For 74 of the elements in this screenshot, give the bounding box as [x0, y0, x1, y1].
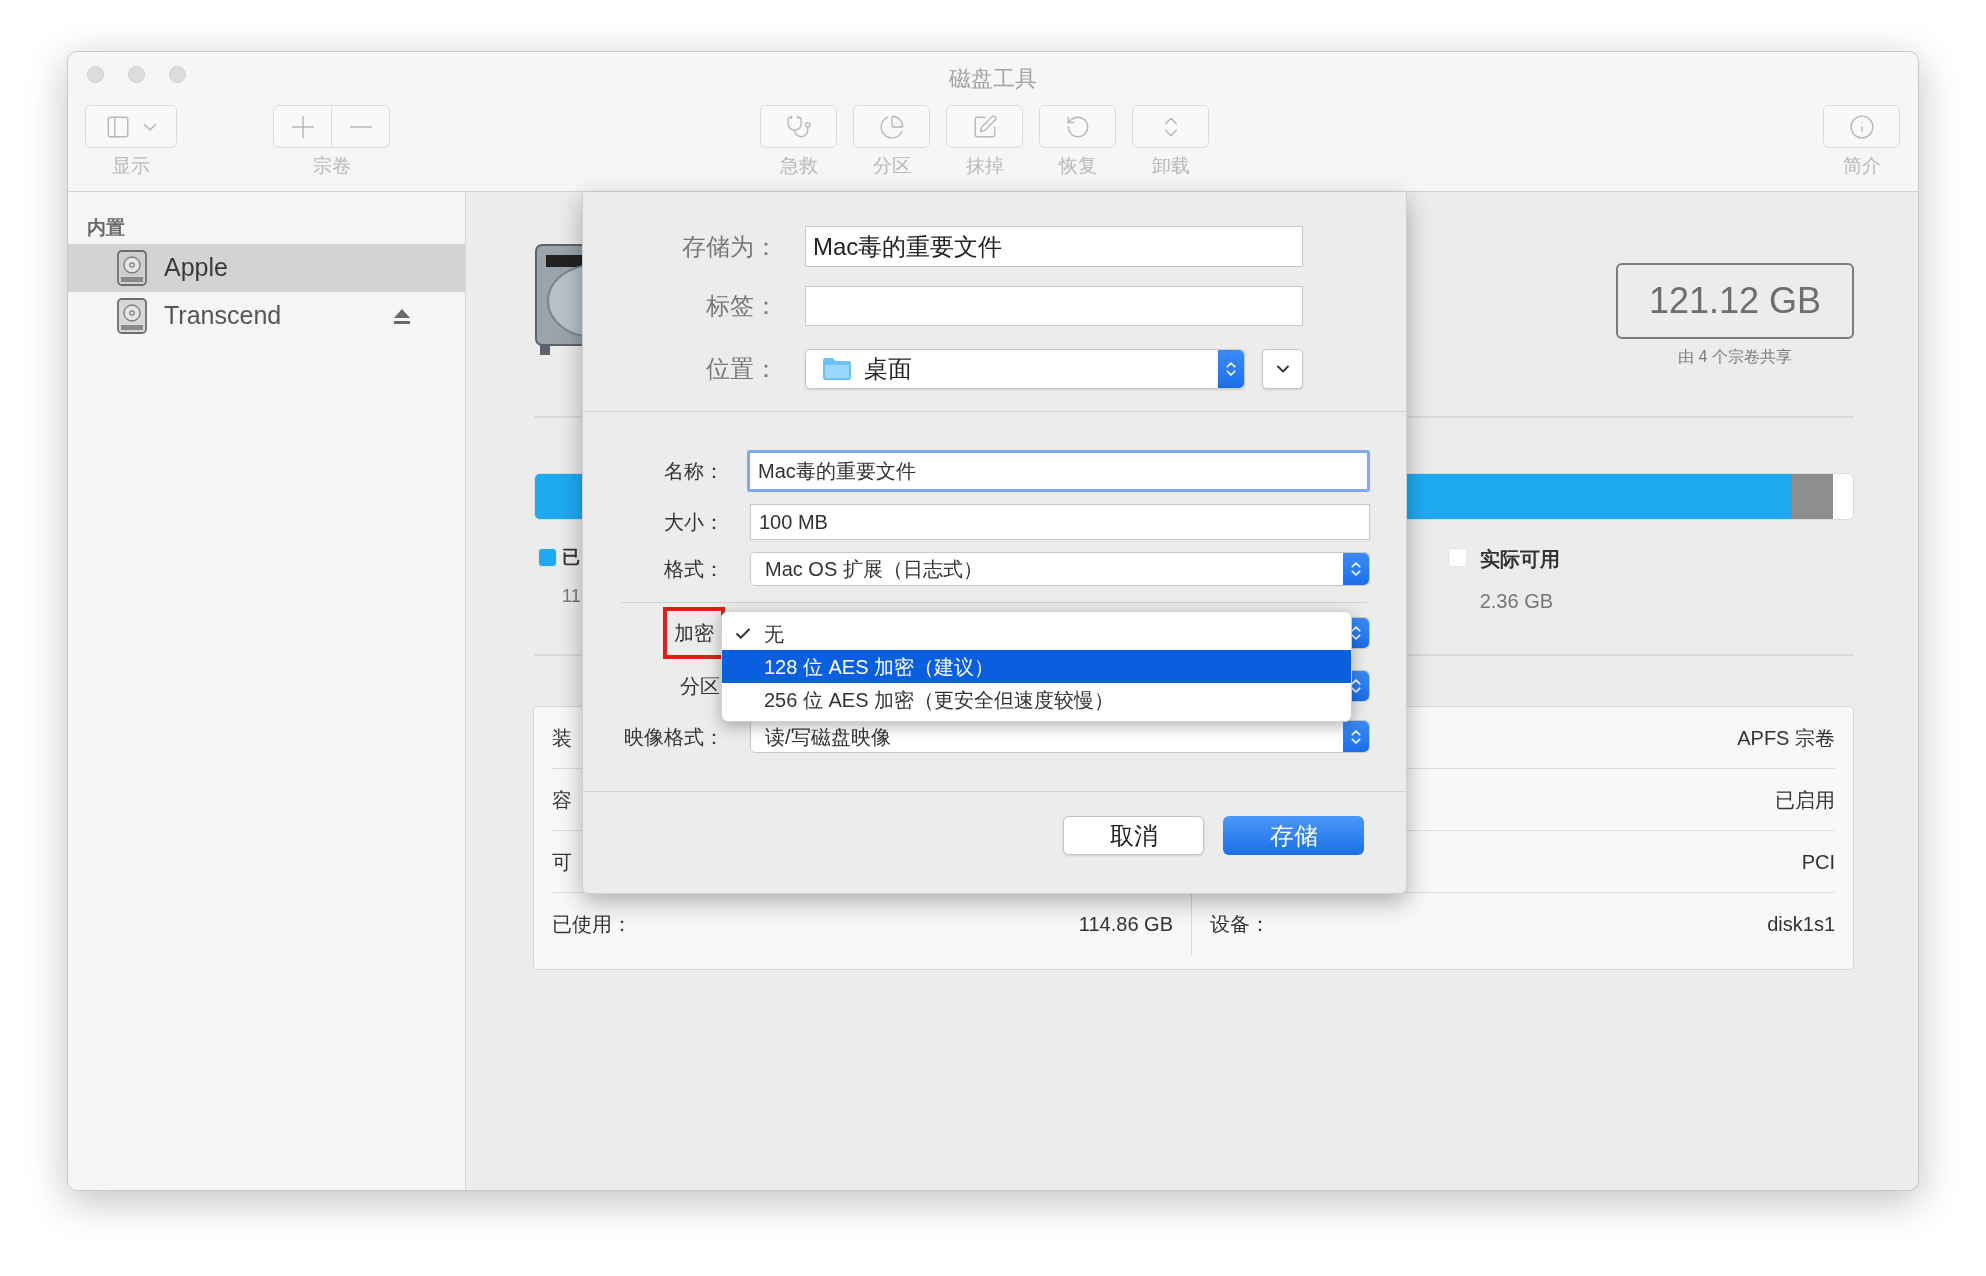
sidebar-toggle-button[interactable]	[85, 105, 177, 148]
location-popup[interactable]: 桌面	[805, 349, 1245, 389]
info-label: 可	[552, 849, 572, 875]
save-button[interactable]: 存储	[1223, 816, 1364, 855]
legend-label: 已	[562, 546, 581, 569]
legend-value: 2.36 GB	[1479, 589, 1555, 614]
field-label: 格式：	[663, 557, 724, 582]
window-title: 磁盘工具	[949, 65, 1037, 93]
toolbar-label: 分区	[872, 155, 911, 177]
add-volume-button[interactable]	[273, 105, 332, 148]
field-label: 大小：	[663, 510, 724, 535]
toolbar-button[interactable]	[853, 105, 930, 148]
window-control[interactable]	[128, 66, 145, 83]
minus-icon	[349, 125, 372, 128]
stethoscope-icon	[785, 113, 812, 140]
name-field[interactable]: Mac毒的重要文件	[747, 450, 1370, 492]
image-format-popup[interactable]: 读/写磁盘映像	[750, 720, 1370, 753]
stepper-icon	[1343, 553, 1369, 585]
stepper-icon	[1218, 350, 1244, 388]
save-as-field[interactable]: Mac毒的重要文件	[805, 226, 1303, 267]
shared-caption: 由 4 个宗卷共享	[1678, 347, 1792, 367]
toolbar-button[interactable]	[1823, 105, 1900, 148]
field-label: 存储为：	[681, 231, 778, 262]
expand-button[interactable]	[1262, 349, 1303, 389]
toolbar-label: 显示	[112, 155, 150, 177]
info-value: disk1s1	[1767, 912, 1835, 937]
toolbar-label: 抹掉	[965, 155, 1004, 177]
legend-label: 实际可用	[1479, 547, 1560, 572]
format-popup[interactable]: Mac OS 扩展（日志式）	[750, 552, 1370, 586]
toolbar-button[interactable]	[760, 105, 837, 148]
info-icon	[1848, 113, 1875, 140]
field-label: 标签：	[705, 291, 778, 321]
info-label: 设备：	[1210, 912, 1270, 937]
remove-volume-button[interactable]	[332, 105, 390, 148]
info-value: APFS 宗卷	[1737, 725, 1835, 751]
info-value: 114.86 GB	[1078, 912, 1173, 937]
plus-icon	[291, 115, 314, 138]
folder-icon	[822, 357, 852, 381]
info-label: 装	[552, 725, 572, 751]
window-control[interactable]	[169, 66, 186, 83]
cancel-button[interactable]: 取消	[1063, 816, 1204, 855]
chevron-down-icon	[143, 122, 157, 131]
toolbar-label: 急救	[779, 155, 818, 177]
sidebar-section-title: 内置	[87, 215, 125, 240]
toolbar-button[interactable]	[946, 105, 1023, 148]
field-label: 位置：	[705, 354, 778, 384]
hard-drive-icon	[116, 298, 148, 334]
info-value: PCI	[1801, 849, 1835, 875]
toolbar-label: 宗卷	[312, 155, 351, 177]
toolbar-label: 恢复	[1058, 155, 1097, 177]
field-label: 名称：	[663, 459, 724, 484]
toolbar-label: 简介	[1842, 155, 1881, 177]
capacity-box: 121.12 GB	[1616, 263, 1854, 339]
eject-icon[interactable]	[393, 307, 411, 325]
tags-field[interactable]	[805, 286, 1303, 326]
info-label: 已使用：	[552, 912, 632, 937]
menu-item[interactable]: 128 位 AES 加密（建议）	[722, 650, 1351, 683]
hard-drive-icon	[534, 241, 582, 356]
sidebar-item[interactable]: Apple	[68, 244, 465, 292]
field-label: 映像格式：	[623, 724, 724, 750]
toolbar-button[interactable]	[1039, 105, 1116, 148]
sidebar-item[interactable]: Transcend	[68, 292, 465, 340]
info-label: 容	[552, 787, 572, 813]
size-field[interactable]: 100 MB	[750, 504, 1370, 540]
toolbar-label: 卸载	[1151, 155, 1190, 177]
toolbar-button[interactable]	[1132, 105, 1209, 148]
legend-value: 11	[562, 585, 581, 608]
window-control[interactable]	[87, 66, 104, 83]
pie-chart-icon	[878, 113, 905, 140]
info-value: 已启用	[1775, 787, 1835, 813]
menu-item[interactable]: 256 位 AES 加密（更安全但速度较慢）	[722, 683, 1351, 716]
hard-drive-icon	[116, 250, 148, 286]
menu-item[interactable]: 无	[722, 617, 1351, 650]
field-label: 分区	[680, 674, 720, 699]
